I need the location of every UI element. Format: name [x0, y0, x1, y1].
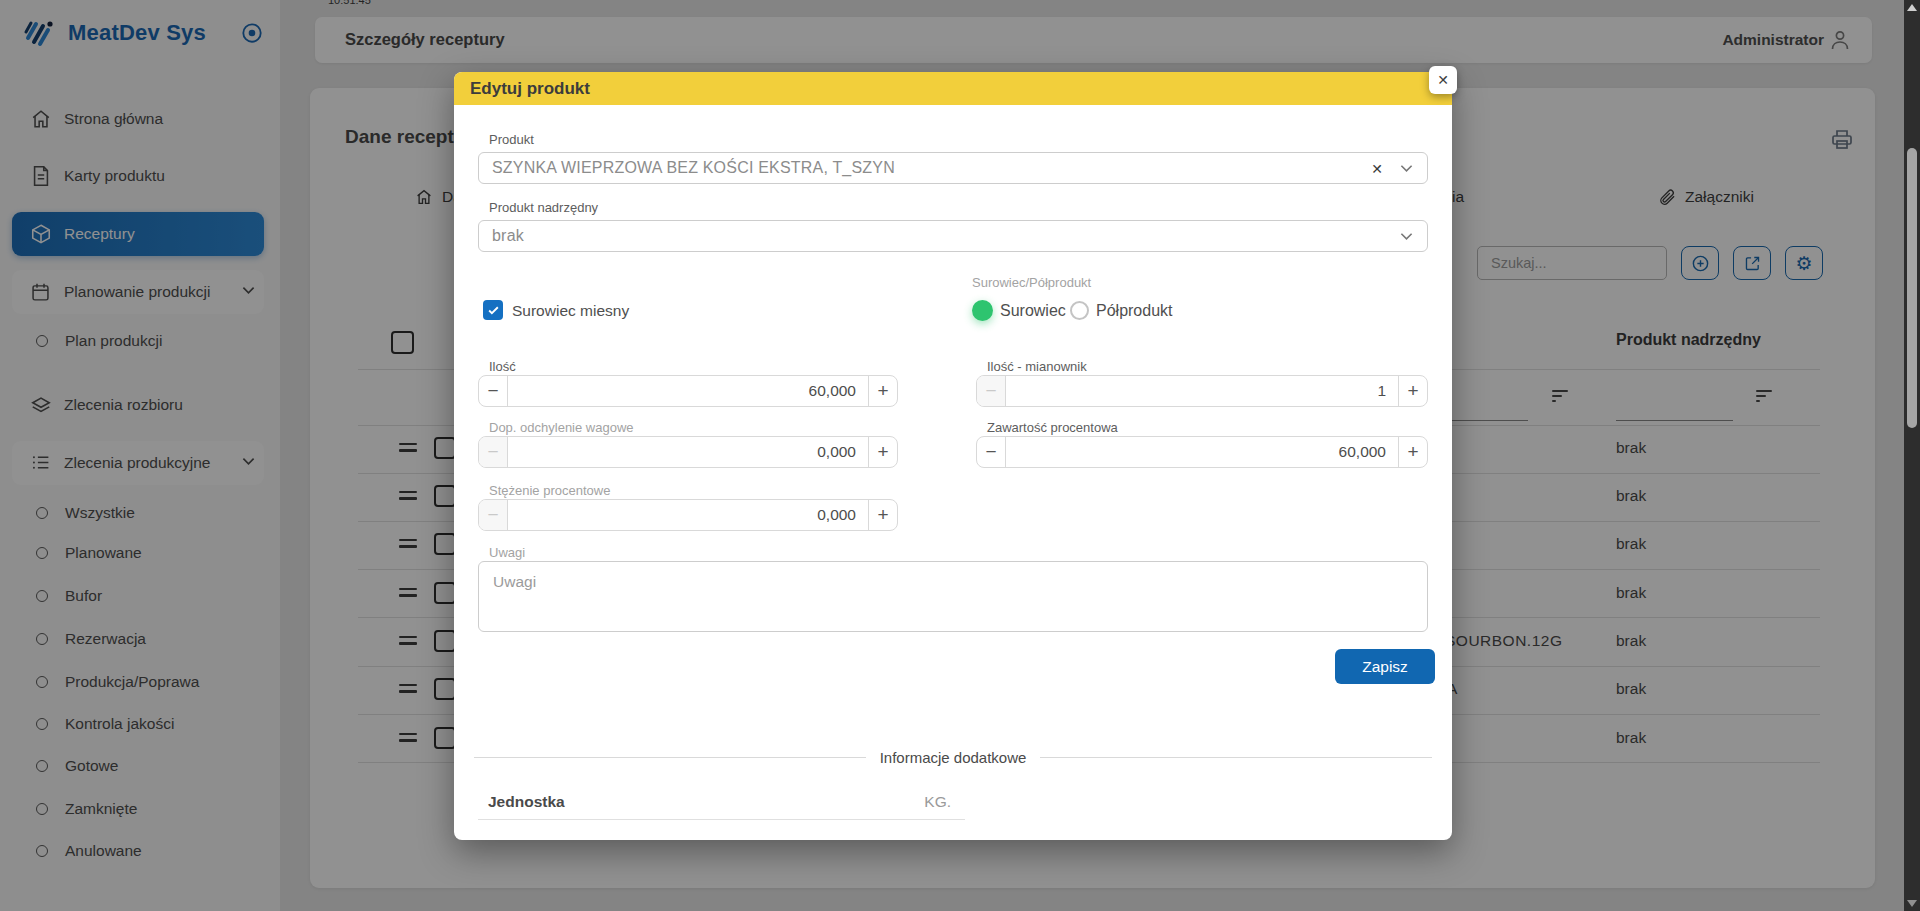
page-scrollbar[interactable] — [1904, 0, 1920, 911]
close-icon: ✕ — [1437, 72, 1449, 88]
ilosc-mianownik-stepper: − 1 + — [976, 375, 1428, 407]
dop-odchylenie-stepper: − 0,000 + — [478, 436, 898, 468]
produkt-nadrzedny-value: brak — [492, 227, 524, 245]
minus-button[interactable]: − — [977, 437, 1006, 467]
scroll-down-arrow[interactable] — [1907, 900, 1917, 907]
produkt-nadrzedny-label: Produkt nadrzędny — [489, 200, 598, 215]
modal-header: Edytuj produkt — [454, 72, 1452, 105]
save-button[interactable]: Zapisz — [1335, 649, 1435, 684]
ilosc-value[interactable]: 60,000 — [508, 376, 868, 406]
plus-button[interactable]: + — [868, 376, 897, 406]
minus-button[interactable]: − — [479, 437, 508, 467]
section-divider-label: Informacje dodatkowe — [866, 749, 1041, 766]
polprodukt-radio[interactable] — [1070, 301, 1089, 320]
ilosc-label: Ilość — [489, 359, 516, 374]
ilosc-mianownik-label: Ilość - mianownik — [987, 359, 1087, 374]
minus-button[interactable]: − — [977, 376, 1006, 406]
scroll-up-arrow[interactable] — [1907, 4, 1917, 11]
unit-label: Jednostka — [488, 793, 565, 811]
zawartosc-stepper: − 60,000 + — [976, 436, 1428, 468]
produkt-nadrzedny-select[interactable]: brak — [478, 220, 1428, 252]
clear-icon[interactable]: ✕ — [1371, 161, 1383, 177]
stezenie-value[interactable]: 0,000 — [508, 500, 868, 530]
modal-close-button[interactable]: ✕ — [1429, 66, 1457, 94]
produkt-value: SZYNKA WIEPRZOWA BEZ KOŚCI EKSTRA, T_SZY… — [492, 159, 895, 177]
chevron-down-icon — [1400, 232, 1413, 241]
unit-value: KG. — [924, 793, 951, 811]
uwagi-textarea[interactable]: Uwagi — [478, 561, 1428, 632]
surowiec-miesny-label: Surowiec miesny — [512, 302, 629, 320]
polprodukt-radio-label: Półprodukt — [1096, 302, 1173, 320]
stezenie-stepper: − 0,000 + — [478, 499, 898, 531]
ilosc-stepper: − 60,000 + — [478, 375, 898, 407]
stezenie-label: Stężenie procentowe — [489, 483, 610, 498]
produkt-label: Produkt — [489, 132, 534, 147]
scrollbar-thumb[interactable] — [1907, 148, 1917, 428]
minus-button[interactable]: − — [479, 376, 508, 406]
edit-product-modal: Edytuj produkt Produkt SZYNKA WIEPRZOWA … — [454, 72, 1452, 840]
modal-title: Edytuj produkt — [470, 79, 590, 99]
zawartosc-label: Zawartość procentowa — [987, 420, 1118, 435]
plus-button[interactable]: + — [868, 500, 897, 530]
section-divider: Informacje dodatkowe — [474, 749, 1432, 766]
dop-odchylenie-value[interactable]: 0,000 — [508, 437, 868, 467]
app: 10:51:45 MeatDev Sys Strona główna — [0, 0, 1920, 911]
plus-button[interactable]: + — [1398, 376, 1427, 406]
surowiec-polprodukt-label: Surowiec/Półprodukt — [972, 275, 1091, 290]
minus-button[interactable]: − — [479, 500, 508, 530]
ilosc-mianownik-value[interactable]: 1 — [1006, 376, 1398, 406]
surowiec-radio-label: Surowiec — [1000, 302, 1066, 320]
dop-odchylenie-label: Dop. odchylenie wagowe — [489, 420, 634, 435]
produkt-select[interactable]: SZYNKA WIEPRZOWA BEZ KOŚCI EKSTRA, T_SZY… — [478, 152, 1428, 184]
chevron-down-icon — [1400, 164, 1413, 173]
uwagi-placeholder: Uwagi — [493, 573, 1427, 591]
surowiec-radio[interactable] — [972, 300, 993, 321]
surowiec-miesny-checkbox[interactable] — [483, 300, 503, 320]
zawartosc-value[interactable]: 60,000 — [1006, 437, 1398, 467]
info-row-jednostka: Jednostka KG. — [478, 784, 965, 820]
plus-button[interactable]: + — [1398, 437, 1427, 467]
uwagi-label: Uwagi — [489, 545, 525, 560]
plus-button[interactable]: + — [868, 437, 897, 467]
